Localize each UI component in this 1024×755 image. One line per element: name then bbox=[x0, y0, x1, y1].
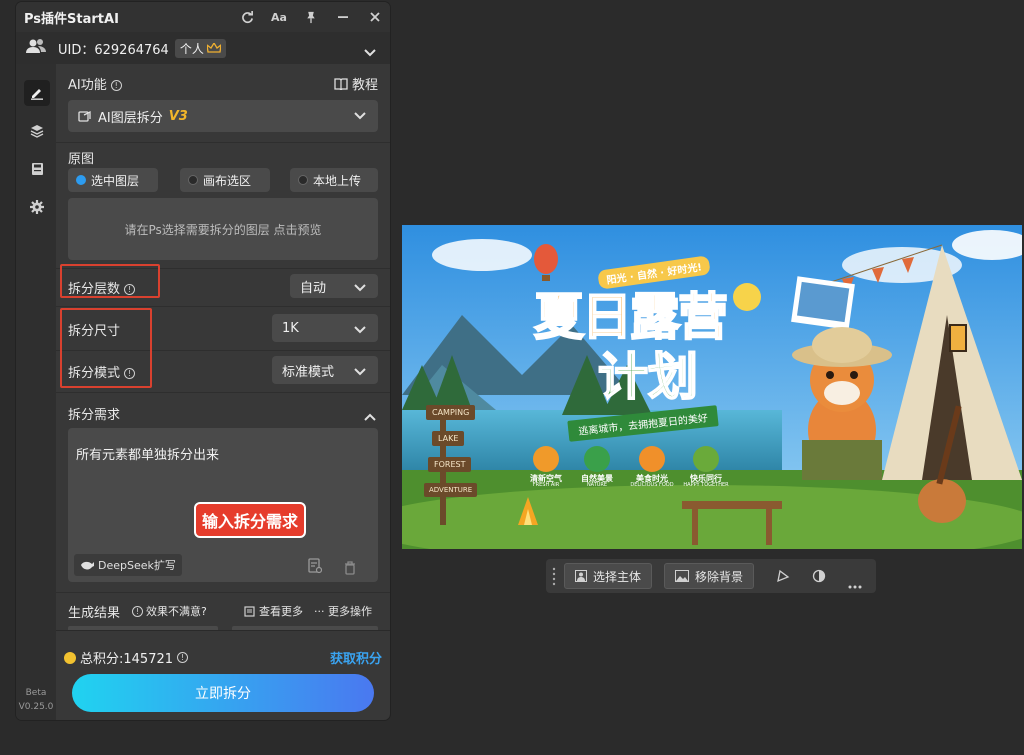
requirement-label: 拆分需求 bbox=[68, 408, 121, 423]
user-bar[interactable]: UID：629264764 个人 bbox=[16, 32, 390, 64]
split-layers-select[interactable]: 自动 bbox=[290, 274, 378, 298]
sign-camping: CAMPING bbox=[426, 405, 476, 420]
radio-checked-icon bbox=[76, 175, 86, 185]
preview-area[interactable]: 请在Ps选择需要拆分的图层 点击预览 bbox=[68, 198, 378, 260]
layers-tab-icon[interactable] bbox=[24, 118, 50, 144]
requirement-text: 所有元素都单独拆分出来 bbox=[76, 448, 220, 463]
chevron-up-icon[interactable] bbox=[364, 406, 376, 425]
results-row: 生成结果 ! 效果不满意? 查看更多 ··· 更多操作 bbox=[68, 602, 384, 621]
info-icon[interactable]: ! bbox=[177, 652, 189, 663]
canvas-image[interactable]: 阳光 · 自然 · 好时光! 夏日露营 计划 逃离城市，去拥抱夏日的美好 清新空… bbox=[402, 225, 1022, 549]
adjustment-icon[interactable] bbox=[812, 568, 826, 587]
edit-tab-icon[interactable] bbox=[24, 80, 50, 106]
radio-unchecked-icon bbox=[188, 175, 198, 185]
select-subject-button[interactable]: 选择主体 bbox=[564, 563, 653, 589]
chevron-down-icon bbox=[354, 281, 366, 296]
minimize-icon[interactable] bbox=[336, 10, 350, 24]
sidebar: Beta V0.25.0 bbox=[16, 64, 56, 720]
deepseek-label: DeepSeek扩写 bbox=[98, 559, 176, 572]
coin-icon bbox=[64, 651, 76, 664]
divider bbox=[56, 392, 390, 393]
remove-background-label: 移除背景 bbox=[695, 569, 744, 584]
feature-food: 美食时光 DELICIOUS FOOD bbox=[630, 474, 674, 488]
points-label: 总积分:145721 bbox=[80, 652, 174, 667]
divider bbox=[56, 142, 390, 143]
ai-function-value: AI图层拆分 bbox=[98, 110, 163, 126]
refresh-icon[interactable] bbox=[240, 10, 254, 24]
settings-gear-icon[interactable] bbox=[24, 194, 50, 220]
tutorial-link[interactable]: 教程 bbox=[334, 74, 378, 93]
highlight-box-size-mode bbox=[60, 308, 152, 388]
person-icon bbox=[575, 570, 587, 582]
crown-icon bbox=[206, 42, 221, 53]
book-icon bbox=[334, 77, 348, 90]
sign-lake: LAKE bbox=[432, 431, 465, 446]
highlight-box-layers bbox=[60, 264, 160, 298]
layer-split-icon bbox=[78, 110, 91, 122]
poster-artwork bbox=[402, 225, 1022, 549]
trash-icon[interactable] bbox=[344, 560, 356, 579]
panel-title: Ps插件StartAI bbox=[24, 11, 119, 27]
sign-forest: FOREST bbox=[428, 457, 472, 472]
divider bbox=[56, 592, 390, 593]
source-label: 原图 bbox=[68, 152, 95, 167]
source-option-canvas-selection[interactable]: 画布选区 bbox=[180, 168, 270, 192]
select-subject-label: 选择主体 bbox=[593, 569, 642, 584]
sign-adventure: ADVENTURE bbox=[424, 483, 478, 497]
source-option-selected-layer[interactable]: 选中图层 bbox=[68, 168, 158, 192]
more-options-icon[interactable] bbox=[848, 574, 862, 593]
view-more-link[interactable]: 查看更多 bbox=[244, 603, 303, 619]
title-bar: Ps插件StartAI Aa bbox=[16, 2, 390, 32]
chevron-down-icon bbox=[354, 109, 366, 124]
split-mode-select[interactable]: 标准模式 bbox=[272, 356, 378, 384]
ai-function-label: AI功能! bbox=[68, 74, 122, 93]
feedback-link[interactable]: ! 效果不满意? bbox=[132, 603, 207, 619]
save-tab-icon[interactable] bbox=[24, 156, 50, 182]
plugin-panel: Ps插件StartAI Aa UID：629264764 个人 Beta V0.… bbox=[16, 2, 390, 720]
tier-label: 个人 bbox=[179, 41, 204, 56]
deepseek-expand-button[interactable]: DeepSeek扩写 bbox=[74, 554, 182, 576]
split-now-button[interactable]: 立即拆分 bbox=[72, 674, 374, 712]
drag-handle-icon[interactable] bbox=[552, 566, 556, 590]
feature-fresh-air: 清新空气 FRESH AIR bbox=[530, 474, 562, 488]
info-icon[interactable]: ! bbox=[110, 80, 122, 91]
users-icon bbox=[26, 38, 46, 58]
main-content: AI功能! 教程 AI图层拆分 V3 原图 选中图层 画布选区 本地上传 请在P… bbox=[56, 64, 390, 720]
requirement-callout: 输入拆分需求 bbox=[194, 502, 307, 538]
history-doc-icon[interactable] bbox=[308, 558, 323, 578]
divider bbox=[56, 306, 390, 307]
version-number: V0.25.0 bbox=[18, 702, 54, 712]
radio-unchecked-icon bbox=[298, 175, 308, 185]
pin-icon[interactable] bbox=[304, 10, 318, 24]
remove-background-button[interactable]: 移除背景 bbox=[664, 563, 755, 589]
feature-together: 快乐同行 HAPPY TOGETHER bbox=[683, 474, 729, 488]
version-beta: Beta bbox=[25, 688, 47, 698]
history-icon bbox=[244, 605, 255, 617]
more-actions-link[interactable]: ··· 更多操作 bbox=[314, 603, 372, 619]
deepseek-whale-icon bbox=[81, 561, 94, 570]
contextual-task-bar: 选择主体 移除背景 bbox=[546, 559, 876, 593]
tier-badge: 个人 bbox=[174, 38, 226, 58]
feature-nature: 自然美景 NATURE bbox=[581, 474, 613, 488]
info-icon: ! bbox=[132, 605, 143, 617]
transform-icon[interactable] bbox=[776, 568, 790, 587]
ai-function-select[interactable]: AI图层拆分 V3 bbox=[68, 100, 378, 132]
divider bbox=[56, 630, 390, 631]
results-label: 生成结果 bbox=[68, 606, 121, 621]
image-icon bbox=[675, 570, 689, 582]
poster-title-line2: 计划 bbox=[597, 347, 699, 407]
chevron-down-icon bbox=[354, 323, 366, 338]
chevron-down-icon bbox=[354, 365, 366, 380]
chevron-down-icon[interactable] bbox=[364, 42, 376, 61]
user-id: UID：629264764 bbox=[58, 42, 169, 58]
requirement-textarea[interactable]: 所有元素都单独拆分出来 输入拆分需求 DeepSeek扩写 bbox=[68, 428, 378, 582]
get-points-link[interactable]: 获取积分 bbox=[330, 648, 382, 667]
version-badge: V3 bbox=[168, 108, 188, 124]
tutorial-label: 教程 bbox=[351, 78, 378, 93]
split-size-select[interactable]: 1K bbox=[272, 314, 378, 342]
total-points: 总积分:145721 ! bbox=[64, 648, 189, 667]
close-icon[interactable] bbox=[368, 10, 382, 24]
font-size-icon[interactable]: Aa bbox=[271, 10, 287, 24]
source-option-local-upload[interactable]: 本地上传 bbox=[290, 168, 378, 192]
